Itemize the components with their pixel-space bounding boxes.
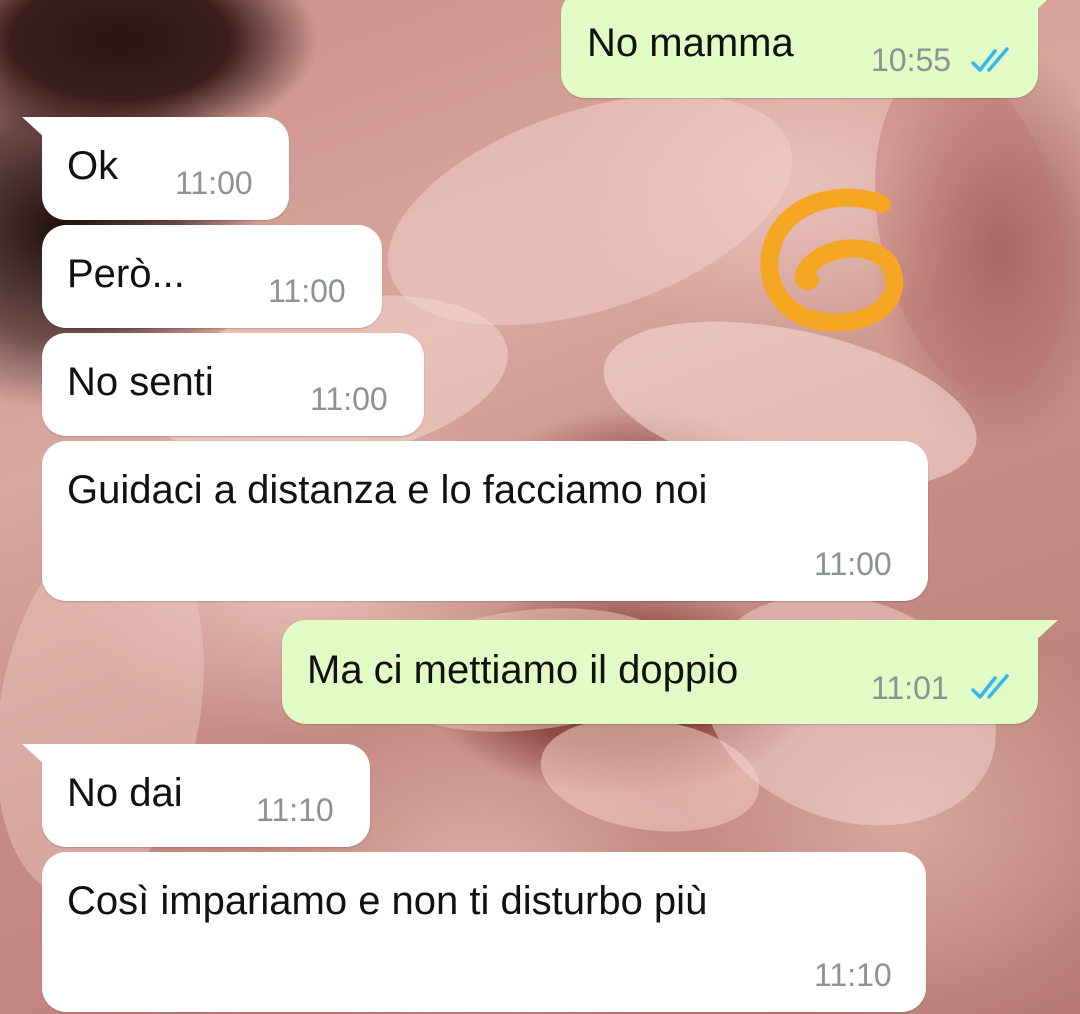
double-check-icon: [971, 47, 1009, 72]
message-text: No mamma: [587, 21, 794, 65]
hand-drawn-number-six: [760, 188, 904, 332]
message-text: No senti: [67, 360, 214, 404]
message-timestamp: 11:01: [871, 670, 949, 706]
message-timestamp: 11:00: [310, 381, 388, 417]
message-text: Però...: [67, 252, 185, 296]
message-timestamp: 11:10: [256, 792, 334, 828]
message-text: Guidaci a distanza e lo facciamo noi: [67, 468, 708, 512]
message-bubble-incoming[interactable]: No senti 11:00: [42, 333, 424, 436]
message-bubble-outgoing[interactable]: Ma ci mettiamo il doppio 11:01: [282, 620, 1038, 724]
message-bubble-incoming[interactable]: Però... 11:00: [42, 225, 382, 328]
message-timestamp: 11:10: [814, 957, 892, 993]
message-timestamp: 11:00: [175, 165, 253, 201]
message-text: Ma ci mettiamo il doppio: [307, 648, 739, 692]
message-bubble-outgoing[interactable]: No mamma 10:55: [561, 0, 1038, 98]
message-text: Ok: [67, 144, 119, 188]
message-text: No dai: [67, 771, 183, 815]
message-text: Così impariamo e non ti disturbo più: [67, 879, 708, 923]
message-timestamp: 10:55: [871, 42, 952, 78]
message-timestamp: 11:00: [268, 273, 346, 309]
message-bubble-incoming[interactable]: No dai 11:10: [42, 744, 370, 847]
message-timestamp: 11:00: [814, 546, 892, 582]
double-check-icon: [971, 674, 1009, 699]
message-bubble-incoming[interactable]: Guidaci a distanza e lo facciamo noi 11:…: [42, 441, 928, 601]
message-bubble-incoming[interactable]: Ok 11:00: [42, 117, 289, 220]
message-bubble-incoming[interactable]: Così impariamo e non ti disturbo più 11:…: [42, 852, 926, 1012]
